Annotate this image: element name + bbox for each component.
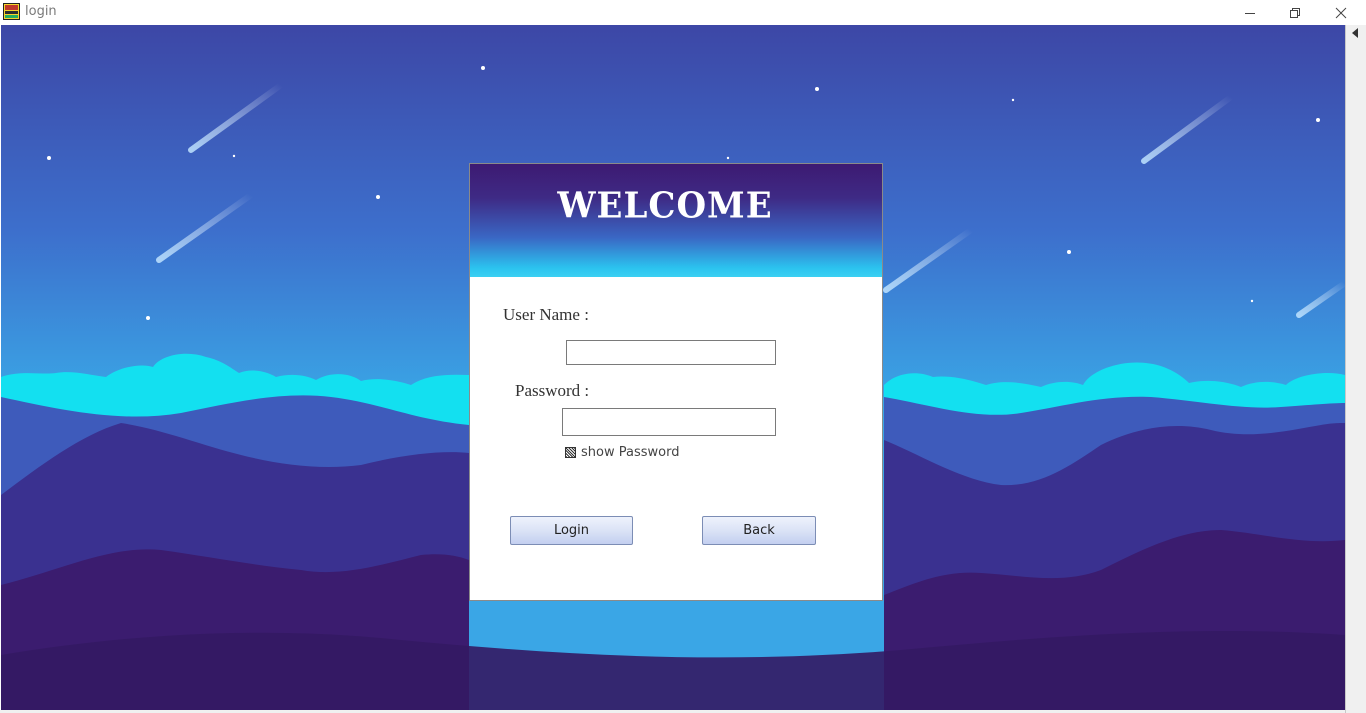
title-bar: login [0, 0, 1366, 25]
app-icon [3, 3, 20, 20]
minimize-icon [1245, 12, 1255, 14]
window-title: login [25, 4, 57, 19]
login-button[interactable]: Login [510, 516, 633, 545]
login-dialog: WELCOME User Name : Password : show Pass… [469, 163, 883, 601]
welcome-heading: WELCOME [557, 185, 773, 227]
password-field[interactable] [562, 408, 776, 436]
back-button[interactable]: Back [702, 516, 816, 545]
close-button[interactable] [1318, 0, 1364, 25]
minimize-button[interactable] [1227, 0, 1273, 25]
password-label: Password : [515, 381, 590, 400]
username-label: User Name : [503, 305, 589, 324]
scroll-left-arrow-icon[interactable] [1352, 28, 1358, 38]
dialog-header: WELCOME [470, 164, 882, 277]
show-password-checkbox[interactable] [565, 447, 576, 458]
close-icon [1335, 7, 1347, 18]
restore-button[interactable] [1272, 0, 1318, 25]
username-field[interactable] [566, 340, 776, 365]
restore-icon [1290, 7, 1300, 18]
show-password-label[interactable]: show Password [581, 445, 679, 460]
side-scrollbar[interactable] [1345, 25, 1366, 713]
